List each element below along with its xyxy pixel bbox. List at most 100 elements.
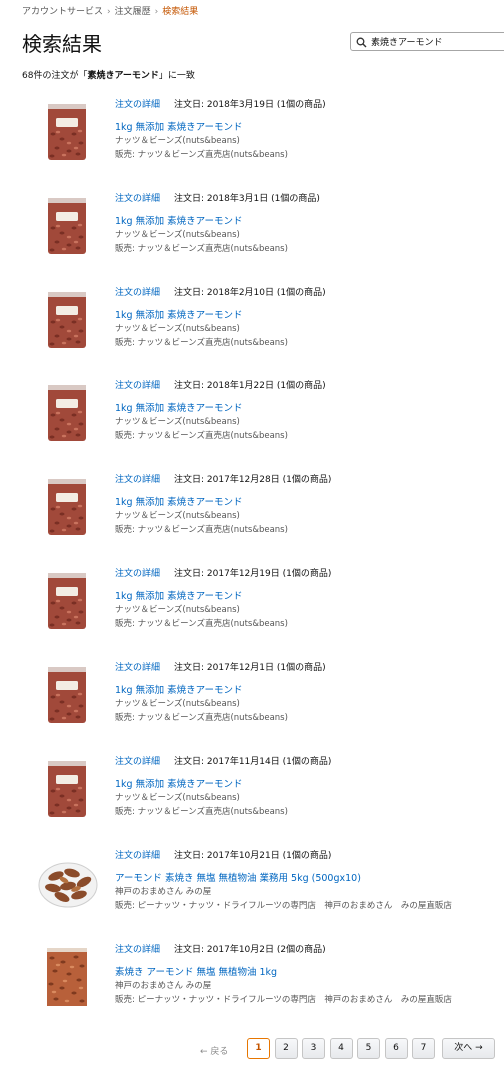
breadcrumb-separator-icon: › — [107, 7, 111, 17]
order-detail-link[interactable]: 注文の詳細 — [115, 288, 160, 298]
almond-bowl-icon[interactable] — [38, 852, 98, 914]
product-seller: 販売: ピーナッツ・ナッツ・ドライフルーツの専門店 神戸のおまめさん みの屋直販… — [115, 901, 452, 911]
order-meta: 注文の詳細 注文日: 2018年2月10日 (1個の商品) — [115, 285, 326, 298]
almond-bag-icon[interactable] — [38, 101, 98, 163]
order-card: 注文の詳細 注文日: 2017年12月19日 (1個の商品) 1kg 無添加 素焼き… — [0, 566, 504, 646]
order-card: 注文の詳細 注文日: 2017年12月28日 (1個の商品) 1kg 無添加 素焼き… — [0, 472, 504, 552]
order-meta: 注文の詳細 注文日: 2018年1月22日 (1個の商品) — [115, 378, 326, 391]
product-seller: 販売: ピーナッツ・ナッツ・ドライフルーツの専門店 神戸のおまめさん みの屋直販… — [115, 995, 452, 1005]
pagination: ← 戻る 1234567 次へ → — [0, 1038, 504, 1062]
search-input[interactable] — [371, 34, 501, 49]
order-date: 注文日: 2017年11月14日 (1個の商品) — [174, 757, 332, 767]
product-link[interactable]: 1kg 無添加 素焼きアーモンド — [115, 307, 243, 321]
order-meta: 注文の詳細 注文日: 2017年12月19日 (1個の商品) — [115, 566, 331, 579]
order-card: 注文の詳細 注文日: 2018年3月19日 (1個の商品) 1kg 無添加 素焼きア… — [0, 97, 504, 177]
product-brand: ナッツ＆ビーンズ(nuts&beans) — [115, 417, 240, 427]
order-detail-link[interactable]: 注文の詳細 — [115, 851, 160, 861]
product-seller: 販売: ナッツ＆ビーンズ直売店(nuts&beans) — [115, 525, 288, 535]
order-date: 注文日: 2017年10月21日 (1個の商品) — [174, 851, 332, 861]
almond-bag-icon[interactable] — [38, 289, 98, 351]
order-card: 注文の詳細 注文日: 2017年12月1日 (1個の商品) 1kg 無添加 素焼きア… — [0, 660, 504, 740]
page-button-3[interactable]: 3 — [302, 1038, 325, 1059]
product-link[interactable]: アーモンド 素焼き 無塩 無植物油 業務用 5kg (500gx10) — [115, 870, 361, 884]
order-detail-link[interactable]: 注文の詳細 — [115, 381, 160, 391]
almond-bag-icon[interactable] — [38, 758, 98, 820]
order-date: 注文日: 2018年1月22日 (1個の商品) — [174, 381, 326, 391]
product-link[interactable]: 1kg 無添加 素焼きアーモンド — [115, 776, 243, 790]
product-brand: ナッツ＆ビーンズ(nuts&beans) — [115, 511, 240, 521]
product-seller: 販売: ナッツ＆ビーンズ直売店(nuts&beans) — [115, 807, 288, 817]
page-title: 検索結果 — [22, 32, 102, 56]
order-meta: 注文の詳細 注文日: 2018年3月1日 (1個の商品) — [115, 191, 320, 204]
order-meta: 注文の詳細 注文日: 2018年3月19日 (1個の商品) — [115, 97, 326, 110]
product-seller: 販売: ナッツ＆ビーンズ直売店(nuts&beans) — [115, 150, 288, 160]
product-link[interactable]: 1kg 無添加 素焼きアーモンド — [115, 400, 243, 414]
page-button-5[interactable]: 5 — [357, 1038, 380, 1059]
product-link[interactable]: 1kg 無添加 素焼きアーモンド — [115, 682, 243, 696]
product-seller: 販売: ナッツ＆ビーンズ直売店(nuts&beans) — [115, 431, 288, 441]
order-detail-link[interactable]: 注文の詳細 — [115, 194, 160, 204]
order-meta: 注文の詳細 注文日: 2017年12月28日 (1個の商品) — [115, 472, 331, 485]
result-summary: 68件の注文が「素焼きアーモンド」に一致 — [22, 68, 195, 81]
page-button-7[interactable]: 7 — [412, 1038, 435, 1059]
order-date: 注文日: 2017年10月2日 (2個の商品) — [174, 945, 326, 955]
product-brand: ナッツ＆ビーンズ(nuts&beans) — [115, 699, 240, 709]
product-brand: 神戸のおまめさん みの屋 — [115, 887, 212, 897]
product-brand: ナッツ＆ビーンズ(nuts&beans) — [115, 793, 240, 803]
product-link[interactable]: 1kg 無添加 素焼きアーモンド — [115, 213, 243, 227]
order-card: 注文の詳細 注文日: 2017年10月21日 (1個の商品) アーモンド 素焼き 無… — [0, 848, 504, 928]
breadcrumb-current: 検索結果 — [162, 7, 199, 17]
order-detail-link[interactable]: 注文の詳細 — [115, 757, 160, 767]
order-meta: 注文の詳細 注文日: 2017年12月1日 (1個の商品) — [115, 660, 326, 673]
breadcrumb: アカウントサービス › 注文履歴 › 検索結果 — [22, 4, 198, 17]
summary-prefix: 68件の注文が「 — [22, 71, 88, 81]
order-card: 注文の詳細 注文日: 2017年10月2日 (2個の商品) 素焼き アーモンド 無塩… — [0, 942, 504, 1022]
breadcrumb-order-history[interactable]: 注文履歴 — [115, 7, 151, 17]
order-date: 注文日: 2018年2月10日 (1個の商品) — [174, 288, 326, 298]
breadcrumb-account-service[interactable]: アカウントサービス — [22, 7, 103, 17]
almond-bag-icon[interactable] — [38, 664, 98, 726]
product-seller: 販売: ナッツ＆ビーンズ直売店(nuts&beans) — [115, 244, 288, 254]
order-date: 注文日: 2018年3月19日 (1個の商品) — [174, 100, 326, 110]
order-detail-link[interactable]: 注文の詳細 — [115, 945, 160, 955]
product-brand: ナッツ＆ビーンズ(nuts&beans) — [115, 230, 240, 240]
product-link[interactable]: 1kg 無添加 素焼きアーモンド — [115, 588, 243, 602]
order-detail-link[interactable]: 注文の詳細 — [115, 663, 160, 673]
search-box[interactable] — [350, 32, 504, 51]
order-detail-link[interactable]: 注文の詳細 — [115, 100, 160, 110]
almond-bag-icon[interactable] — [38, 195, 98, 257]
almond-bag-icon[interactable] — [38, 476, 98, 538]
order-card: 注文の詳細 注文日: 2018年2月10日 (1個の商品) 1kg 無添加 素焼きア… — [0, 285, 504, 365]
order-detail-link[interactable]: 注文の詳細 — [115, 569, 160, 579]
order-date: 注文日: 2017年12月19日 (1個の商品) — [174, 569, 332, 579]
product-link[interactable]: 1kg 無添加 素焼きアーモンド — [115, 119, 243, 133]
almond-bag-icon[interactable] — [38, 382, 98, 444]
product-link[interactable]: 1kg 無添加 素焼きアーモンド — [115, 494, 243, 508]
page-button-1[interactable]: 1 — [247, 1038, 270, 1059]
order-meta: 注文の詳細 注文日: 2017年10月2日 (2個の商品) — [115, 942, 326, 955]
product-brand: ナッツ＆ビーンズ(nuts&beans) — [115, 136, 240, 146]
order-meta: 注文の詳細 注文日: 2017年10月21日 (1個の商品) — [115, 848, 331, 861]
product-brand: ナッツ＆ビーンズ(nuts&beans) — [115, 605, 240, 615]
search-icon — [356, 37, 367, 48]
order-card: 注文の詳細 注文日: 2018年1月22日 (1個の商品) 1kg 無添加 素焼きア… — [0, 378, 504, 458]
almond-pack-icon[interactable] — [38, 946, 98, 1008]
next-page-button[interactable]: 次へ → — [442, 1038, 495, 1059]
product-brand: ナッツ＆ビーンズ(nuts&beans) — [115, 324, 240, 334]
product-link[interactable]: 素焼き アーモンド 無塩 無植物油 1kg — [115, 964, 277, 978]
summary-suffix: 」に一致 — [158, 71, 195, 81]
order-card: 注文の詳細 注文日: 2018年3月1日 (1個の商品) 1kg 無添加 素焼きアー… — [0, 191, 504, 271]
order-card: 注文の詳細 注文日: 2017年11月14日 (1個の商品) 1kg 無添加 素焼き… — [0, 754, 504, 834]
almond-bag-icon[interactable] — [38, 570, 98, 632]
page-button-4[interactable]: 4 — [329, 1038, 353, 1059]
order-meta: 注文の詳細 注文日: 2017年11月14日 (1個の商品) — [115, 754, 331, 767]
order-date: 注文日: 2017年12月28日 (1個の商品) — [174, 475, 332, 485]
page-button-2[interactable]: 2 — [274, 1038, 298, 1059]
order-detail-link[interactable]: 注文の詳細 — [115, 475, 160, 485]
product-brand: 神戸のおまめさん みの屋 — [115, 981, 212, 991]
product-seller: 販売: ナッツ＆ビーンズ直売店(nuts&beans) — [115, 713, 288, 723]
page-button-6[interactable]: 6 — [384, 1038, 408, 1059]
order-date: 注文日: 2017年12月1日 (1個の商品) — [174, 663, 326, 673]
order-date: 注文日: 2018年3月1日 (1個の商品) — [174, 194, 320, 204]
prev-page-button: ← 戻る — [200, 1047, 229, 1057]
